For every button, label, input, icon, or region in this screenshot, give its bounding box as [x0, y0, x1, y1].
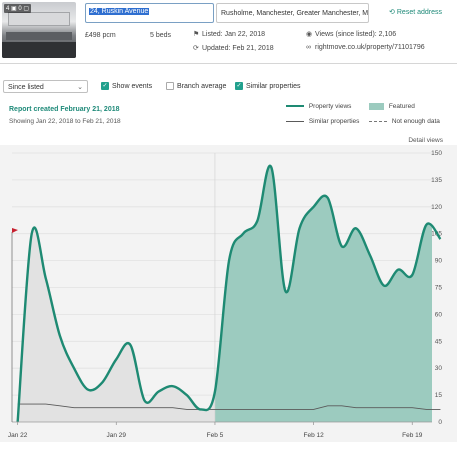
y-tick-label: 15 — [435, 392, 443, 399]
y-tick-label: 75 — [435, 285, 443, 292]
y-tick-label: 150 — [431, 150, 442, 157]
y-tick-label: 90 — [435, 258, 443, 265]
y-tick-label: 60 — [435, 311, 443, 318]
x-tick-label: Feb 12 — [303, 432, 324, 439]
y-tick-label: 45 — [435, 338, 443, 345]
y-tick-label: 30 — [435, 365, 443, 372]
x-tick-label: Feb 19 — [402, 432, 423, 439]
x-tick-label: Feb 5 — [207, 432, 224, 439]
x-tick-label: Jan 29 — [107, 432, 127, 439]
y-tick-label: 135 — [431, 177, 442, 184]
y-tick-label: 0 — [438, 419, 442, 426]
listed-flag-icon — [12, 228, 18, 233]
views-chart: 0153045607590105120135150Jan 22 Jan 29 Feb… — [8, 150, 443, 439]
y-tick-label: 120 — [431, 204, 442, 211]
x-tick-label: Jan 22 — [8, 432, 28, 439]
